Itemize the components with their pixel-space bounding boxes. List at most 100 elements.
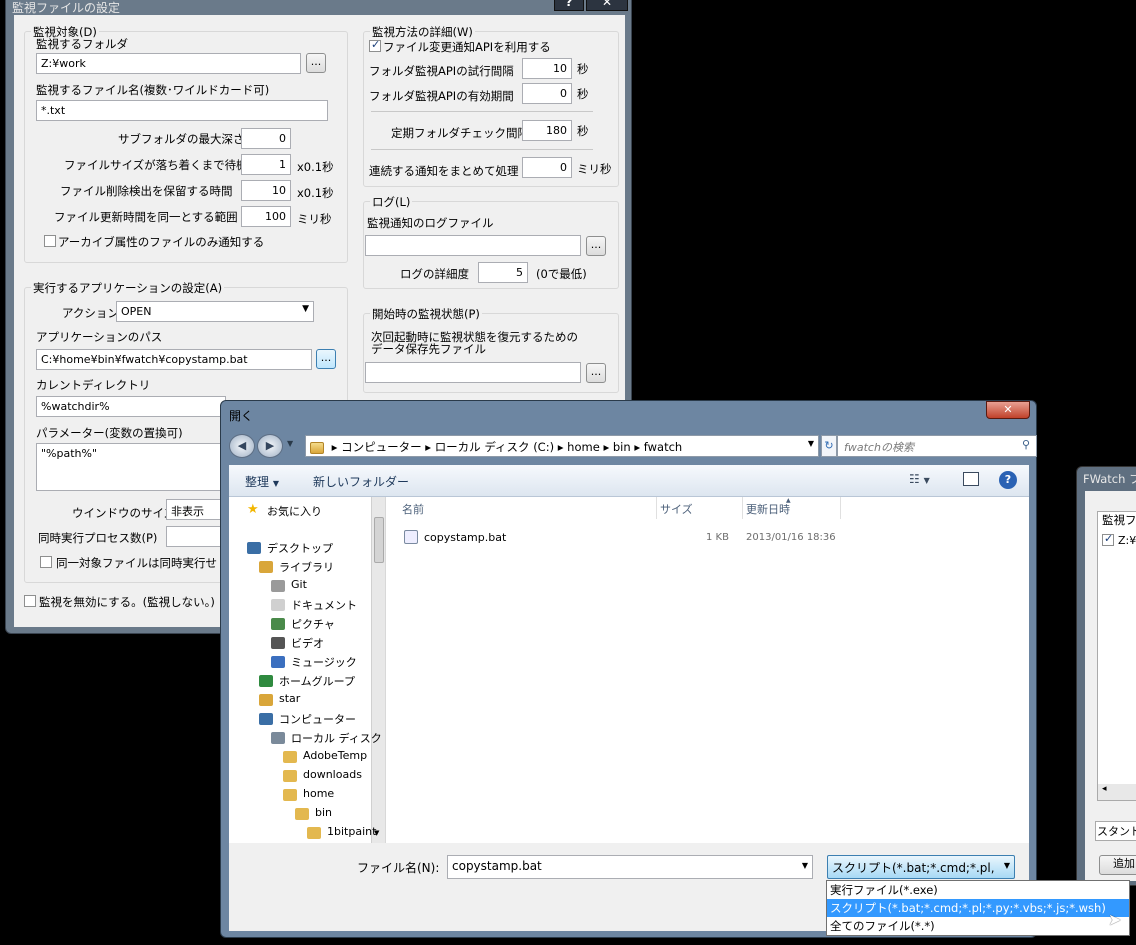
procs-input[interactable] <box>166 526 226 547</box>
merge-input[interactable]: 0 <box>522 157 572 178</box>
cwd-input[interactable]: %watchdir% <box>36 396 226 417</box>
folder-icon <box>283 751 297 763</box>
user-folder-icon <box>259 694 273 706</box>
help-icon[interactable]: ? <box>999 471 1017 489</box>
history-chevron-icon[interactable]: ▼ <box>287 439 293 448</box>
fwatch-item-checkbox[interactable] <box>1102 532 1114 546</box>
fwatch-list-header: 監視フ <box>1102 513 1136 527</box>
address-dropdown-icon[interactable]: ▼ <box>808 439 814 448</box>
preview-pane-icon[interactable] <box>963 472 979 486</box>
address-bar[interactable]: ▸ コンピューター ▸ ローカル ディスク (C:) ▸ home ▸ bin … <box>305 435 819 457</box>
organize-button[interactable]: 整理 ▼ <box>245 473 279 490</box>
action-value: OPEN <box>121 305 152 318</box>
fwatch-title: FWatch フ <box>1083 472 1136 486</box>
close-button[interactable]: ✕ <box>586 0 628 11</box>
nav-item[interactable]: ローカル ディスク ( <box>291 730 385 746</box>
fwatch-add-button[interactable]: 追加 <box>1099 855 1136 875</box>
mouse-cursor-icon: ➤ <box>1108 910 1122 929</box>
nav-item[interactable]: ミュージック <box>291 654 357 670</box>
breadcrumb-home[interactable]: home <box>567 440 600 454</box>
drive-icon <box>271 732 285 744</box>
nav-item[interactable]: ライブラリ <box>279 559 334 575</box>
periodic-label: 定期フォルダチェック間隔 <box>391 126 529 140</box>
api-checkbox[interactable] <box>369 38 381 52</box>
scroll-left-icon[interactable]: ◂ <box>1098 784 1136 800</box>
table-row[interactable]: copystamp.bat 1 KB 2013/01/16 18:36 <box>400 529 1030 547</box>
nav-item[interactable]: Git <box>291 578 307 591</box>
file-name: copystamp.bat <box>424 531 507 544</box>
hold-input[interactable]: 10 <box>241 180 291 201</box>
nav-item[interactable]: ビデオ <box>291 635 324 651</box>
folder-browse-button[interactable]: ... <box>306 53 326 73</box>
disable-checkbox[interactable] <box>24 595 36 607</box>
file-type-option-selected[interactable]: スクリプト(*.bat;*.cmd;*.pl;*.py;*.vbs;*.js;*… <box>827 899 1129 917</box>
forward-icon[interactable]: ▶ <box>257 434 283 458</box>
same-input[interactable]: 100 <box>241 206 291 227</box>
nav-item[interactable]: お気に入り <box>267 503 322 519</box>
column-size[interactable]: サイズ <box>660 501 693 517</box>
new-folder-button[interactable]: 新しいフォルダー <box>313 473 409 490</box>
nav-item[interactable]: ホームグループ <box>279 673 355 689</box>
nav-item[interactable]: star <box>279 692 300 705</box>
nav-item[interactable]: ピクチャ <box>291 616 335 632</box>
breadcrumb-fwatch[interactable]: fwatch <box>644 440 682 454</box>
help-button[interactable]: ? <box>554 0 584 11</box>
column-divider <box>656 497 657 519</box>
app-path-label: アプリケーションのパス <box>36 330 163 344</box>
start-file-input[interactable] <box>365 362 581 383</box>
nav-item[interactable]: AdobeTemp <box>303 749 367 762</box>
nav-scroll-thumb[interactable] <box>374 517 384 563</box>
nav-item[interactable]: 1bitpaint <box>327 825 376 838</box>
column-name[interactable]: 名前 <box>402 501 424 517</box>
refresh-icon[interactable]: ↻ <box>821 435 837 457</box>
filename-input[interactable]: *.txt <box>36 100 328 121</box>
nav-item[interactable]: ドキュメント <box>291 597 357 613</box>
dialog-filename-input[interactable]: copystamp.bat ▼ <box>447 855 813 879</box>
merge-label: 連続する通知をまとめて処理 <box>369 164 519 178</box>
app-path-input[interactable]: C:¥home¥bin¥fwatch¥copystamp.bat <box>36 349 312 370</box>
file-type-select[interactable]: スクリプト(*.bat;*.cmd;*.pl, ▼ <box>827 855 1015 879</box>
column-date[interactable]: 更新日時 <box>746 501 790 517</box>
folder-input[interactable]: Z:¥work <box>36 53 301 74</box>
desktop-icon <box>247 542 261 554</box>
log-level-input[interactable]: 5 <box>478 262 528 283</box>
nav-item[interactable]: コンピューター <box>279 711 356 727</box>
retry-input[interactable]: 10 <box>522 58 572 79</box>
same-file-checkbox[interactable] <box>40 556 52 568</box>
dialog-close-button[interactable]: ✕ <box>986 401 1030 419</box>
nav-scrollbar[interactable]: ▼ <box>371 497 385 843</box>
start-browse-button[interactable]: ... <box>586 363 606 383</box>
window-size-select[interactable]: 非表示 <box>166 499 226 520</box>
log-file-input[interactable] <box>365 235 581 256</box>
star-icon: ★ <box>247 502 259 517</box>
retry-unit: 秒 <box>577 62 589 76</box>
view-options-icon[interactable]: ☷ ▼ <box>909 472 930 486</box>
back-icon[interactable]: ◀ <box>229 434 255 458</box>
valid-input[interactable]: 0 <box>522 83 572 104</box>
depth-input[interactable]: 0 <box>241 128 291 149</box>
search-input[interactable]: fwatchの検索 ⚲ <box>837 435 1037 457</box>
periodic-input[interactable]: 180 <box>522 120 572 141</box>
nav-item[interactable]: home <box>303 787 334 800</box>
settle-input[interactable]: 1 <box>241 154 291 175</box>
chevron-down-icon[interactable]: ▼ <box>802 861 808 870</box>
start-desc-2: データ保存先ファイル <box>371 342 486 356</box>
nav-item[interactable]: bin <box>315 806 332 819</box>
archive-checkbox[interactable] <box>44 235 56 247</box>
breadcrumb-bin[interactable]: bin <box>613 440 631 454</box>
log-browse-button[interactable]: ... <box>586 236 606 256</box>
app-path-browse-button[interactable]: ... <box>316 349 336 369</box>
file-type-option[interactable]: 全てのファイル(*.*) <box>827 917 1129 935</box>
action-select[interactable]: OPEN ▼ <box>116 301 314 322</box>
file-type-option[interactable]: 実行ファイル(*.exe) <box>827 881 1129 899</box>
params-input[interactable]: "%path%" <box>36 443 226 491</box>
nav-item[interactable]: downloads <box>303 768 362 781</box>
breadcrumb-computer[interactable]: コンピューター <box>341 440 422 454</box>
disable-label: 監視を無効にする。(監視しない。) <box>39 595 215 609</box>
search-placeholder: fwatchの検索 <box>844 441 914 454</box>
navigation-pane: ▼ ★ お気に入りデスクトップライブラリ Git ドキュメント ピクチャビデオミュージッ… <box>229 497 385 843</box>
nav-item[interactable]: デスクトップ <box>267 540 333 556</box>
window-size-label: ウインドウのサイズ <box>72 506 176 520</box>
breadcrumb-drive[interactable]: ローカル ディスク (C:) <box>435 440 554 454</box>
fwatch-list[interactable]: 監視フ Z:¥ ◂ <box>1097 511 1136 801</box>
